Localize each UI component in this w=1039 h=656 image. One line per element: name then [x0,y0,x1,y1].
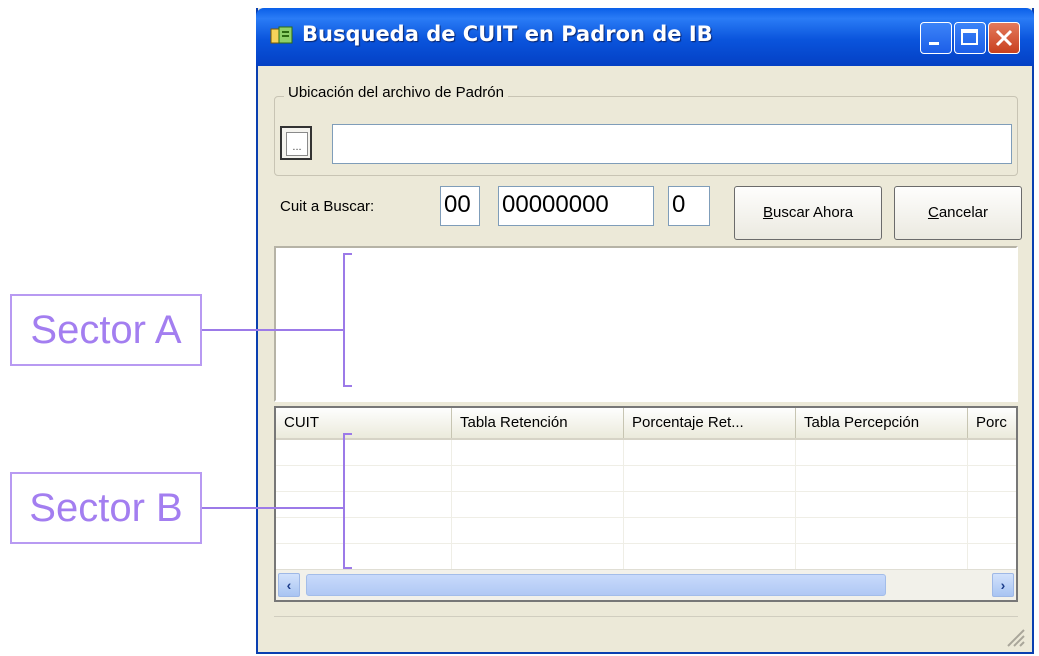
sector-a-bracket [343,253,352,387]
sector-b-label: Sector B [10,472,202,544]
sector-a-label: Sector A [10,294,202,366]
sector-b-bracket [343,433,352,569]
